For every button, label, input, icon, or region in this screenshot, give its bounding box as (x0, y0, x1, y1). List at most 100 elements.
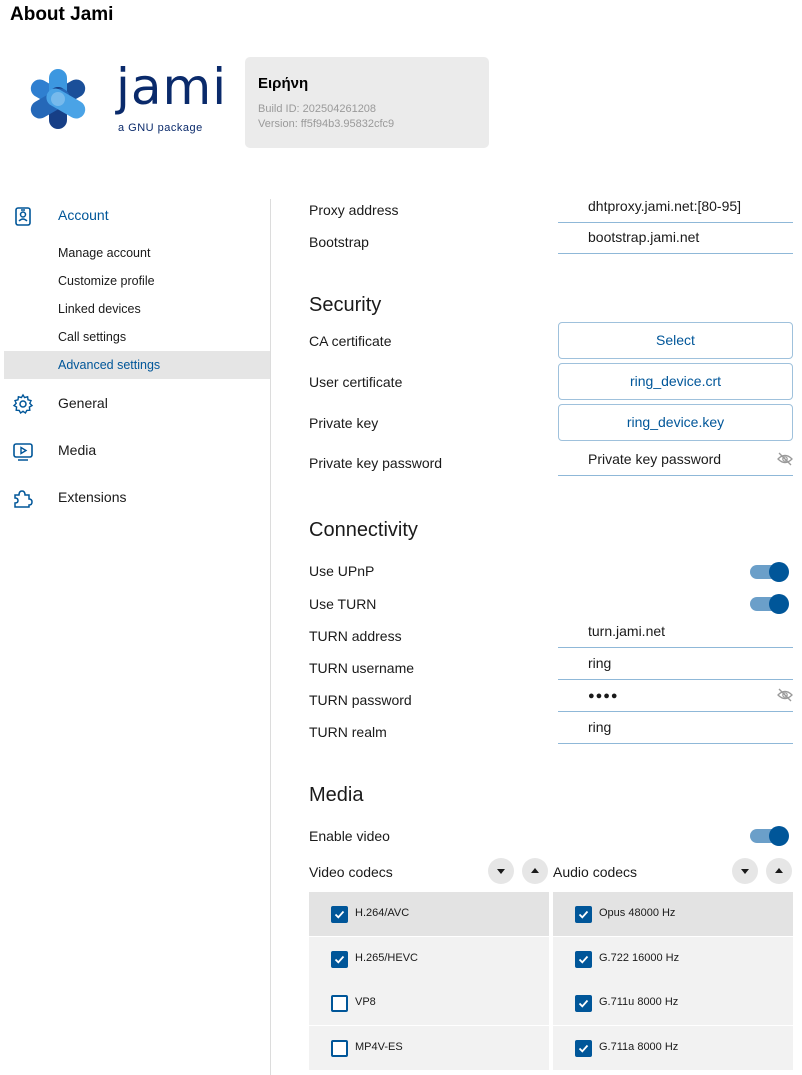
chevron-down-icon (497, 869, 505, 874)
sidebar-item-account[interactable]: Account (0, 203, 270, 231)
sidebar-item-extensions[interactable]: Extensions (0, 485, 270, 513)
codec-checkbox[interactable] (331, 995, 348, 1012)
toggle-knob (769, 594, 789, 614)
codec-checkbox[interactable] (331, 1040, 348, 1057)
private-key-password-placeholder: Private key password (588, 451, 722, 467)
use-upnp-toggle[interactable] (750, 562, 789, 582)
check-icon (578, 955, 589, 964)
bootstrap-value: bootstrap.jami.net (588, 229, 700, 245)
sidebar-subitem-label: Linked devices (58, 302, 141, 316)
video-codec-row[interactable]: H.265/HEVC (309, 937, 549, 981)
toggle-knob (769, 826, 789, 846)
codec-name: G.711a 8000 Hz (599, 1041, 679, 1053)
turn-address-field[interactable]: turn.jami.net (558, 618, 793, 648)
sidebar-subitem-call-settings[interactable]: Call settings (4, 323, 270, 351)
codec-checkbox[interactable] (575, 951, 592, 968)
sidebar-subitem-customize-profile[interactable]: Customize profile (4, 267, 270, 295)
audio-codec-row[interactable]: G.722 16000 Hz (553, 937, 793, 981)
codec-name: H.264/AVC (355, 907, 410, 919)
check-icon (334, 910, 345, 919)
audio-codec-move-up-button[interactable] (766, 858, 792, 884)
sidebar-subitem-label: Call settings (58, 330, 127, 344)
turn-username-field[interactable]: ring (558, 650, 793, 680)
puzzle-icon (14, 490, 33, 508)
audio-codec-move-down-button[interactable] (732, 858, 758, 884)
security-section-title: Security (309, 294, 382, 316)
codec-checkbox[interactable] (331, 951, 348, 968)
proxy-address-value: dhtproxy.jami.net:[80-95] (588, 198, 742, 214)
jami-logo: jami a GNU package (22, 58, 226, 138)
sidebar-subitem-manage-account[interactable]: Manage account (4, 239, 270, 267)
sidebar-subitem-label: Advanced settings (58, 358, 161, 372)
video-codec-row[interactable]: H.264/AVC (309, 892, 549, 936)
turn-realm-value: ring (588, 719, 612, 735)
turn-username-label: TURN username (309, 660, 415, 676)
video-codecs-label: Video codecs (309, 864, 393, 880)
private-key-button[interactable]: ring_device.key (558, 404, 793, 441)
codec-checkbox[interactable] (575, 1040, 592, 1057)
codec-name: G.711u 8000 Hz (599, 996, 679, 1008)
enable-video-toggle[interactable] (750, 826, 789, 846)
audio-codec-row[interactable]: Opus 48000 Hz (553, 892, 793, 936)
gear-icon (12, 393, 34, 415)
turn-address-label: TURN address (309, 628, 402, 644)
turn-realm-label: TURN realm (309, 724, 387, 740)
version-info-box: Ειρήνη Build ID: 202504261208 Version: f… (245, 57, 489, 148)
turn-realm-field[interactable]: ring (558, 714, 793, 744)
sidebar-item-media[interactable]: Media (0, 438, 270, 466)
account-icon (15, 207, 31, 226)
codec-name: MP4V-ES (355, 1041, 403, 1053)
private-key-password-field[interactable]: Private key password (558, 446, 793, 476)
use-turn-label: Use TURN (309, 596, 377, 612)
turn-password-field[interactable]: ●●●● (558, 682, 793, 712)
proxy-address-field[interactable]: dhtproxy.jami.net:[80-95] (558, 193, 793, 223)
audio-codecs-label: Audio codecs (553, 864, 638, 880)
page-title: About Jami (10, 4, 114, 25)
user-certificate-button[interactable]: ring_device.crt (558, 363, 793, 400)
settings-sidebar: Account Manage account Customize profile… (0, 199, 271, 1075)
codec-checkbox[interactable] (331, 906, 348, 923)
sidebar-subitem-advanced-settings[interactable]: Advanced settings (4, 351, 270, 379)
turn-address-value: turn.jami.net (588, 623, 666, 639)
proxy-address-label: Proxy address (309, 202, 399, 218)
video-codec-move-down-button[interactable] (488, 858, 514, 884)
chevron-up-icon (775, 868, 783, 873)
bootstrap-label: Bootstrap (309, 234, 369, 250)
use-turn-toggle[interactable] (750, 594, 789, 614)
sidebar-item-label: Media (58, 442, 97, 458)
ca-certificate-label: CA certificate (309, 333, 392, 349)
sidebar-subitem-label: Customize profile (58, 274, 155, 288)
sidebar-item-general[interactable]: General (0, 391, 270, 419)
sidebar-subitem-label: Manage account (58, 246, 151, 260)
codec-checkbox[interactable] (575, 995, 592, 1012)
build-id: Build ID: 202504261208 (258, 103, 377, 115)
sidebar-item-label: Account (58, 207, 109, 223)
eye-off-icon[interactable] (777, 452, 793, 466)
eye-off-icon[interactable] (777, 688, 793, 702)
bootstrap-field[interactable]: bootstrap.jami.net (558, 224, 793, 254)
check-icon (578, 910, 589, 919)
turn-password-value: ●●●● (588, 690, 619, 702)
use-upnp-label: Use UPnP (309, 563, 375, 579)
check-icon (334, 955, 345, 964)
user-certificate-label: User certificate (309, 374, 403, 390)
video-codec-row[interactable]: MP4V-ES (309, 1026, 549, 1070)
private-key-password-label: Private key password (309, 455, 443, 471)
logo-wordmark: jami (116, 58, 228, 116)
chevron-down-icon (741, 869, 749, 874)
check-icon (578, 1044, 589, 1053)
audio-codec-row[interactable]: G.711a 8000 Hz (553, 1026, 793, 1070)
codec-name: Opus 48000 Hz (599, 907, 676, 919)
version-string: Version: ff5f94b3.95832cfc9 (258, 118, 395, 130)
logo-tagline: a GNU package (118, 122, 203, 134)
toggle-knob (769, 562, 789, 582)
version-name: Ειρήνη (258, 75, 309, 92)
video-codec-row[interactable]: VP8 (309, 981, 549, 1025)
sidebar-subitem-linked-devices[interactable]: Linked devices (4, 295, 270, 323)
codec-checkbox[interactable] (575, 906, 592, 923)
chevron-up-icon (531, 868, 539, 873)
turn-password-label: TURN password (309, 692, 412, 708)
audio-codec-row[interactable]: G.711u 8000 Hz (553, 981, 793, 1025)
video-codec-move-up-button[interactable] (522, 858, 548, 884)
ca-certificate-select-button[interactable]: Select (558, 322, 793, 359)
